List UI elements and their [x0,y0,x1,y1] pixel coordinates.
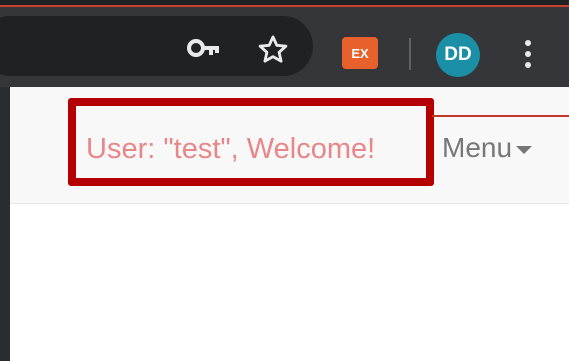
welcome-text: User: "test", Welcome! [86,133,376,165]
extension-label: EX [351,46,369,61]
navbar: User: "test", Welcome! Menu [10,87,569,204]
more-options-icon[interactable] [518,37,538,71]
browser-toolbar: EX DD [0,7,569,87]
extension-icon[interactable]: EX [342,37,378,69]
menu-dropdown-toggle[interactable]: Menu [442,131,533,165]
profile-avatar[interactable]: DD [436,33,480,77]
page-content: User: "test", Welcome! Menu [10,87,569,361]
profile-initials: DD [444,44,472,65]
bookmark-star-icon[interactable] [256,33,290,67]
menu-label: Menu [442,132,513,163]
caret-down-icon [516,146,533,154]
desktop-edge [0,87,10,361]
toolbar-divider [409,38,411,70]
navbar-accent-line [432,115,569,117]
key-icon[interactable] [187,35,221,61]
screenshot: EX DD User: "test", Welcome! Menu [0,0,569,361]
